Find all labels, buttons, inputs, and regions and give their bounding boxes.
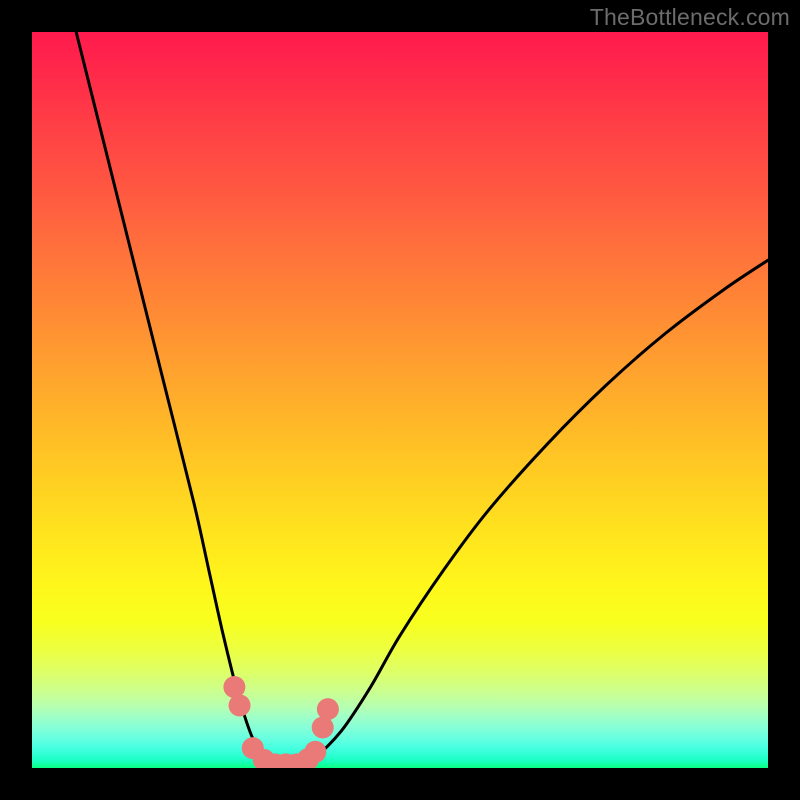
marker-dot	[229, 694, 251, 716]
chart-frame: TheBottleneck.com	[0, 0, 800, 800]
marker-dot	[317, 698, 339, 720]
bottleneck-curve	[32, 32, 768, 768]
watermark-text: TheBottleneck.com	[590, 4, 790, 31]
curve-line	[76, 32, 768, 768]
marker-dot	[304, 741, 326, 763]
plot-area	[32, 32, 768, 768]
